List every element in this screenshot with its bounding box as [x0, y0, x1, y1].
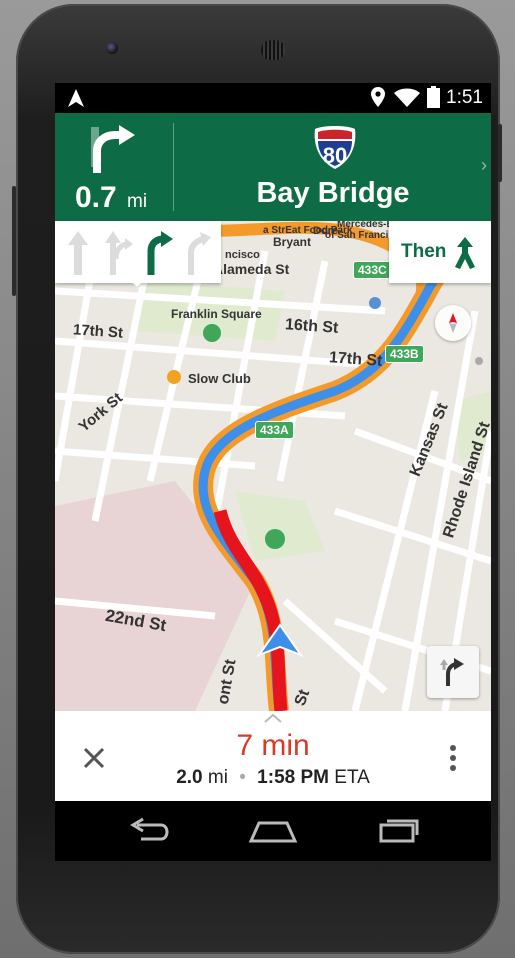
- separator-dot: •: [239, 767, 246, 788]
- road-name: Bay Bridge: [256, 177, 410, 209]
- interstate-number: 80: [322, 143, 348, 168]
- exit-badge-433a: 433A: [255, 421, 294, 439]
- volume-button: [12, 186, 16, 296]
- turn-right-arrow-icon: [147, 231, 173, 275]
- park-area: [235, 491, 325, 561]
- more-vertical-icon[interactable]: [443, 741, 463, 775]
- eta-time: 1:58 PM: [257, 767, 329, 788]
- keep-left-fork-icon: [455, 237, 475, 269]
- status-time: 1:51: [446, 87, 483, 108]
- slight-right-arrow-icon: [188, 232, 211, 275]
- status-bar: 1:51: [55, 83, 491, 113]
- back-icon[interactable]: [121, 811, 181, 851]
- map-label-ncisco: ncisco: [225, 249, 260, 261]
- header-divider: [173, 123, 174, 211]
- eta-minutes: 7 min: [236, 729, 310, 762]
- front-camera: [106, 42, 118, 54]
- distance-value: 0.7: [75, 181, 117, 214]
- navigation-arrow-icon: [68, 89, 84, 107]
- poi-dot: [475, 357, 483, 365]
- park-pin-icon[interactable]: [203, 324, 221, 342]
- eta-details: 2.0 mi • 1:58 PM ETA: [55, 767, 491, 789]
- earpiece-speaker: [261, 40, 285, 60]
- screen: 1:51 0.7 mi 80 Bay Bridge › Franklin Squ…: [55, 83, 491, 861]
- power-button: [498, 124, 502, 182]
- compass-button[interactable]: [435, 305, 471, 341]
- distance-unit: mi: [127, 191, 148, 212]
- compass-icon: [449, 313, 457, 333]
- exit-badge-433b: 433B: [385, 345, 424, 363]
- then-label: Then: [401, 241, 447, 262]
- lane-guidance: [55, 221, 221, 283]
- lane-panel-pointer: [129, 279, 145, 287]
- map-label-slow-club: Slow Club: [188, 371, 251, 386]
- home-icon[interactable]: [243, 811, 303, 851]
- map-label-17th-st: 17th St: [72, 321, 124, 342]
- turn-right-icon: [93, 125, 135, 173]
- map-label-17th-st-2: 17th St: [328, 349, 383, 370]
- alternate-route-button[interactable]: [427, 646, 479, 698]
- phone-frame: 1:51 0.7 mi 80 Bay Bridge › Franklin Squ…: [12, 4, 502, 954]
- trip-distance-unit: mi: [207, 767, 228, 788]
- alternate-route-icon: [440, 658, 464, 686]
- battery-icon: [427, 86, 440, 108]
- map-label-16th-st: 16th St: [284, 316, 339, 337]
- chevron-up-icon[interactable]: [263, 713, 283, 723]
- location-pin-icon: [371, 87, 385, 107]
- recents-icon[interactable]: [367, 811, 427, 851]
- map-label-franklin-square: Franklin Square: [171, 307, 262, 321]
- exit-badge-433c: 433C: [353, 261, 392, 279]
- android-navigation-bar: [55, 801, 491, 861]
- trip-summary-bar[interactable]: 7 min 2.0 mi • 1:58 PM ETA: [55, 711, 491, 801]
- trip-distance-value: 2.0: [176, 767, 203, 788]
- chevron-right-icon[interactable]: ›: [481, 155, 487, 176]
- straight-right-arrow-icon: [105, 231, 133, 275]
- poi-pin-icon[interactable]: [369, 297, 381, 309]
- map-label-alameda-st: Alameda St: [213, 261, 290, 277]
- eta-label: ETA: [334, 767, 370, 788]
- restaurant-pin-icon[interactable]: [167, 370, 181, 384]
- straight-arrow-icon: [68, 231, 88, 275]
- park-pin-icon[interactable]: [265, 529, 285, 549]
- map-label-bryant: Bryant: [273, 235, 312, 249]
- navigation-header[interactable]: 0.7 mi 80 Bay Bridge ›: [55, 113, 491, 221]
- wifi-icon: [394, 88, 420, 107]
- then-instruction[interactable]: Then: [389, 221, 491, 283]
- map-view[interactable]: Franklin Square Slow Club 17th St 16th S…: [55, 221, 491, 711]
